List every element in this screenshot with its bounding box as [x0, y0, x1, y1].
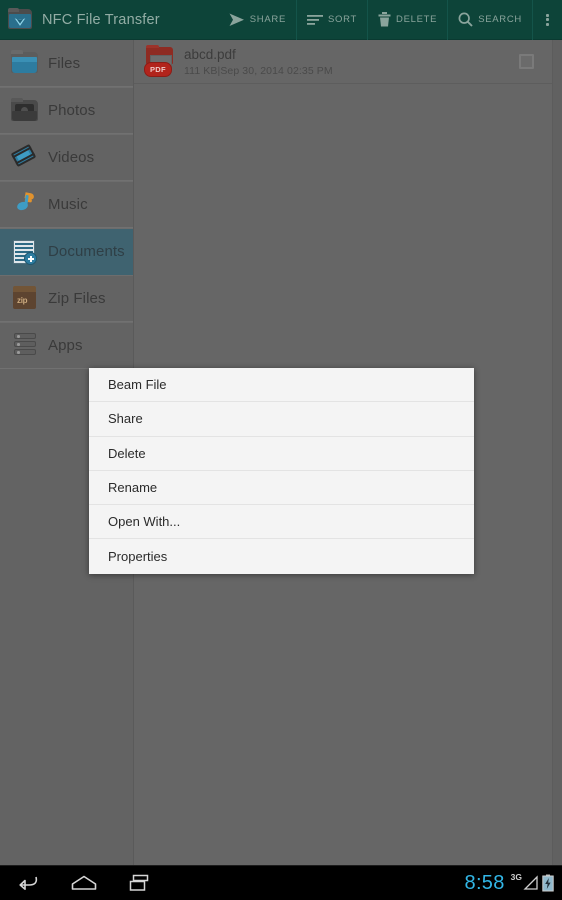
pdf-file-icon: PDF — [142, 44, 178, 79]
action-bar-actions: SHARE SORT DELETE SEARCH — [219, 0, 562, 40]
sidebar-item-label: Videos — [48, 149, 95, 166]
action-bar: NFC File Transfer SHARE SORT DELETE SEAR… — [0, 0, 562, 40]
system-nav-bar: 8:58 3G — [0, 865, 562, 900]
file-date: Sep 30, 2014 02:35 PM — [220, 64, 333, 77]
signal-icon — [523, 875, 538, 890]
menu-item-beam-file[interactable]: Beam File — [89, 368, 474, 403]
sidebar-item-label: Documents — [48, 243, 125, 260]
recents-button[interactable] — [112, 866, 168, 900]
nfc-wave-icon — [14, 17, 26, 26]
file-name: abcd.pdf — [184, 46, 236, 62]
list-item[interactable]: PDF abcd.pdf 111 KB|Sep 30, 2014 02:35 P… — [134, 40, 552, 84]
overflow-menu-icon — [546, 12, 549, 27]
share-button[interactable]: SHARE — [219, 0, 296, 40]
app-root: NFC File Transfer SHARE SORT DELETE SEAR… — [0, 0, 562, 900]
menu-item-properties[interactable]: Properties — [89, 539, 474, 573]
search-button[interactable]: SEARCH — [447, 0, 532, 40]
context-menu: Beam File Share Delete Rename Open With.… — [89, 368, 474, 574]
menu-item-open-with[interactable]: Open With... — [89, 505, 474, 540]
folder-camera-icon — [10, 96, 40, 126]
sidebar-item-label: Apps — [48, 337, 83, 354]
zip-box-icon: zip — [10, 284, 40, 314]
nfc-folder-icon — [8, 7, 34, 32]
menu-item-share[interactable]: Share — [89, 402, 474, 437]
share-label: SHARE — [249, 14, 286, 25]
sidebar-item-documents[interactable]: Documents — [0, 228, 133, 275]
sidebar-item-label: Music — [48, 196, 88, 213]
sidebar-item-apps[interactable]: Apps — [0, 322, 133, 369]
search-icon — [458, 12, 473, 27]
file-meta: abcd.pdf 111 KB|Sep 30, 2014 02:35 PM — [184, 47, 333, 77]
home-button[interactable] — [56, 866, 112, 900]
network-type-label: 3G — [510, 872, 522, 882]
sidebar-item-label: Zip Files — [48, 290, 106, 307]
sidebar-item-videos[interactable]: Videos — [0, 134, 133, 181]
search-label: SEARCH — [478, 14, 522, 25]
battery-charging-icon — [542, 874, 554, 892]
sidebar-item-files[interactable]: Files — [0, 40, 133, 87]
pdf-badge: PDF — [144, 61, 172, 77]
music-note-icon — [10, 190, 40, 220]
sort-icon — [307, 14, 323, 25]
sidebar-item-zip-files[interactable]: zip Zip Files — [0, 275, 133, 322]
status-clock: 8:58 — [464, 871, 505, 894]
sidebar-item-photos[interactable]: Photos — [0, 87, 133, 134]
overflow-menu-button[interactable] — [532, 0, 562, 40]
trash-icon — [378, 12, 391, 27]
delete-button[interactable]: DELETE — [367, 0, 447, 40]
home-icon — [71, 875, 97, 890]
sidebar-item-music[interactable]: Music — [0, 181, 133, 228]
sort-label: SORT — [328, 14, 358, 25]
document-icon — [10, 237, 40, 267]
share-icon — [229, 13, 244, 26]
apps-stack-icon — [10, 331, 40, 361]
sort-button[interactable]: SORT — [296, 0, 367, 40]
back-icon — [19, 876, 38, 890]
delete-label: DELETE — [396, 14, 438, 25]
recents-icon — [129, 874, 149, 891]
folder-blue-icon — [10, 48, 40, 78]
sidebar-item-label: Files — [48, 54, 81, 72]
body-area: Files Photos Videos Music Documents zip … — [0, 40, 562, 865]
menu-item-delete[interactable]: Delete — [89, 437, 474, 471]
file-size: 111 KB — [184, 64, 218, 77]
back-button[interactable] — [0, 866, 56, 900]
file-checkbox[interactable] — [519, 54, 534, 69]
sidebar-item-label: Photos — [48, 102, 96, 119]
menu-item-rename[interactable]: Rename — [89, 471, 474, 506]
page-title: NFC File Transfer — [42, 11, 160, 28]
file-details: 111 KB|Sep 30, 2014 02:35 PM — [184, 65, 333, 77]
film-strip-icon — [10, 143, 40, 173]
